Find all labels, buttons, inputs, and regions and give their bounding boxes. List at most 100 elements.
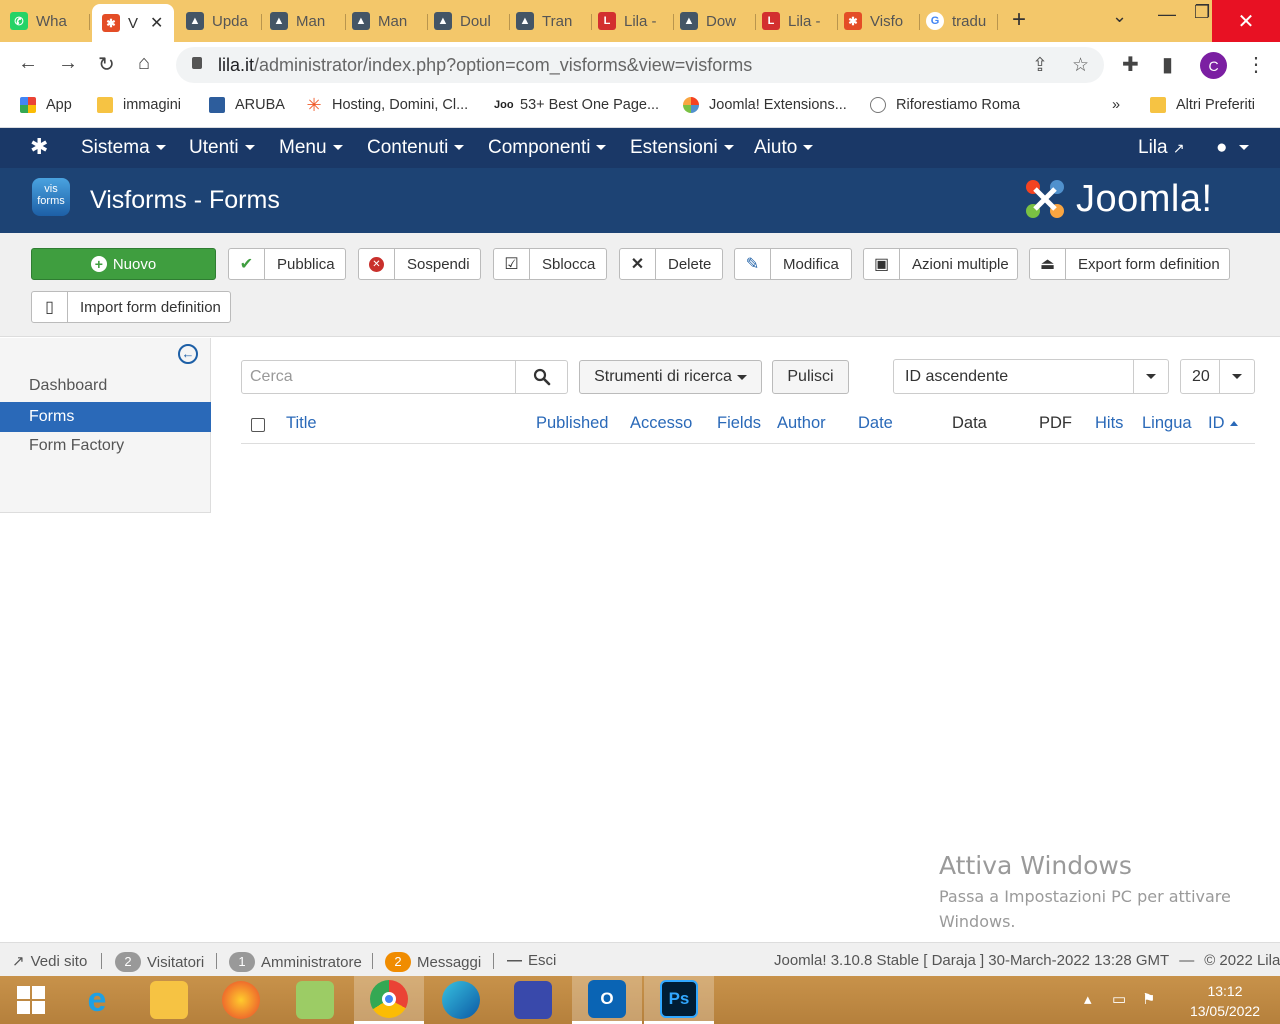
start-button[interactable]	[0, 976, 62, 1024]
forward-arrow-icon[interactable]: →	[58, 52, 78, 75]
edit-button[interactable]: ✎ Modifica	[734, 248, 852, 280]
user-menu[interactable]: ●	[1216, 137, 1250, 159]
visitors-indicator[interactable]: 2 Visitatori	[115, 952, 204, 972]
bookmark-aruba[interactable]: ARUBA	[209, 97, 285, 113]
bookmark-apps[interactable]: App	[20, 97, 72, 113]
close-tab-icon[interactable]: ✕	[150, 13, 163, 33]
browser-tab[interactable]: ▲ Upda	[186, 6, 262, 36]
kebab-menu-icon[interactable]: ⋮	[1246, 52, 1266, 77]
column-author[interactable]: Author	[777, 414, 826, 433]
forms-table-header: Title Published Accesso Fields Author Da…	[241, 406, 1255, 444]
menu-estensioni[interactable]: Estensioni	[630, 137, 734, 159]
search-button[interactable]	[515, 360, 568, 394]
unpublish-button[interactable]: ✕ Sospendi	[358, 248, 481, 280]
column-fields[interactable]: Fields	[717, 414, 761, 433]
side-panel-icon[interactable]: ▮	[1162, 52, 1173, 77]
menu-menu[interactable]: Menu	[279, 137, 343, 159]
taskbar-chrome[interactable]	[354, 976, 424, 1024]
select-all-checkbox[interactable]	[251, 418, 265, 432]
bookmark-star-icon[interactable]: ☆	[1072, 54, 1089, 77]
column-date[interactable]: Date	[858, 414, 893, 433]
column-hits[interactable]: Hits	[1095, 414, 1123, 433]
search-input[interactable]	[242, 361, 515, 393]
home-icon[interactable]: ⌂	[138, 52, 150, 75]
batch-button[interactable]: ▣ Azioni multiple	[863, 248, 1018, 280]
extensions-puzzle-icon[interactable]: ✚	[1122, 52, 1139, 77]
reload-icon[interactable]: ↻	[98, 52, 115, 77]
browser-tab[interactable]: ▲ Dow	[680, 6, 756, 36]
taskbar-file-explorer[interactable]	[134, 976, 204, 1024]
bookmark-riforestiamo[interactable]: Riforestiamo Roma	[870, 97, 1020, 113]
limit-select[interactable]: 20	[1180, 359, 1255, 394]
ordering-select[interactable]: ID ascendente	[893, 359, 1169, 394]
browser-tab-active[interactable]: ✱ V ✕	[92, 4, 174, 42]
menu-utenti[interactable]: Utenti	[189, 137, 255, 159]
browser-tab[interactable]: ▲ Man	[352, 6, 428, 36]
browser-tab[interactable]: L Lila -	[762, 6, 838, 36]
url-text[interactable]: lila.it/administrator/index.php?option=c…	[218, 55, 752, 76]
menu-contenuti[interactable]: Contenuti	[367, 137, 465, 159]
taskbar-internet-explorer[interactable]: e	[62, 976, 132, 1024]
window-close-icon[interactable]: ✕	[1212, 0, 1280, 42]
tray-chevron-icon[interactable]: ▴	[1084, 990, 1092, 1008]
new-tab-plus-icon[interactable]: +	[1012, 6, 1026, 34]
bookmark-immagini[interactable]: immagini	[97, 97, 181, 113]
column-title[interactable]: Title	[286, 414, 317, 433]
taskbar-notepad[interactable]	[280, 976, 350, 1024]
checkin-button[interactable]: ☑ Sblocca	[493, 248, 607, 280]
notification-flag-icon[interactable]: ⚑	[1142, 990, 1155, 1008]
column-access[interactable]: Accesso	[630, 414, 692, 433]
menu-aiuto[interactable]: Aiuto	[754, 137, 814, 159]
lock-icon[interactable]	[192, 57, 202, 69]
address-bar[interactable]: lila.it/administrator/index.php?option=c…	[176, 47, 1104, 83]
profile-avatar[interactable]: C	[1200, 52, 1227, 79]
column-id[interactable]: ID	[1208, 414, 1238, 433]
bookmark-other[interactable]: Altri Preferiti	[1150, 97, 1255, 113]
view-site-link[interactable]: ↗ Vedi sito	[12, 952, 87, 971]
restore-icon[interactable]: ❐	[1194, 2, 1210, 23]
taskbar-disk-utility[interactable]	[498, 976, 568, 1024]
new-button[interactable]: + Nuovo	[31, 248, 216, 280]
bookmark-joomla-extensions[interactable]: Joomla! Extensions...	[683, 97, 847, 113]
clear-button[interactable]: Pulisci	[772, 360, 849, 394]
site-link[interactable]: Lila ↗	[1138, 137, 1185, 159]
column-published[interactable]: Published	[536, 414, 608, 433]
browser-tab[interactable]: L Lila -	[598, 6, 674, 36]
tab-label: Lila -	[624, 12, 657, 30]
tab-search-chevron-icon[interactable]: ⌄	[1112, 6, 1127, 27]
taskbar-edge[interactable]	[426, 976, 496, 1024]
admins-indicator[interactable]: 1 Amministratore	[229, 952, 362, 972]
collapse-sidebar-arrow-icon[interactable]: ←	[178, 344, 198, 364]
delete-button[interactable]: ✕ Delete	[619, 248, 723, 280]
export-form-definition-button[interactable]: ⏏ Export form definition	[1029, 248, 1230, 280]
taskbar-photoshop[interactable]: Ps	[644, 976, 714, 1024]
menu-sistema[interactable]: Sistema	[81, 137, 166, 159]
taskbar-outlook[interactable]: O	[572, 976, 642, 1024]
bookmark-onepage[interactable]: Joo 53+ Best One Page...	[494, 97, 659, 113]
search-tools-button[interactable]: Strumenti di ricerca	[579, 360, 762, 394]
network-icon[interactable]: ▭	[1112, 990, 1126, 1008]
browser-tab[interactable]: ▲ Doul	[434, 6, 510, 36]
bookmark-hosting[interactable]: ✳ Hosting, Domini, Cl...	[306, 96, 468, 114]
browser-tab[interactable]: ▲ Tran	[516, 6, 592, 36]
joomla-logo-icon[interactable]: ✱	[30, 134, 48, 160]
back-arrow-icon[interactable]: ←	[18, 52, 38, 75]
menu-componenti[interactable]: Componenti	[488, 137, 607, 159]
more-bookmarks-chevron[interactable]: »	[1112, 97, 1120, 113]
publish-button[interactable]: ✔ Pubblica	[228, 248, 346, 280]
messages-indicator[interactable]: 2 Messaggi	[385, 952, 481, 972]
taskbar-firefox[interactable]	[206, 976, 276, 1024]
browser-tab[interactable]: ▲ Man	[270, 6, 346, 36]
import-form-definition-button[interactable]: ▯ Import form definition	[31, 291, 231, 323]
logout-link[interactable]: — Esci	[507, 952, 556, 969]
browser-tab[interactable]: G tradu	[926, 6, 998, 36]
sidebar-item-forms[interactable]: Forms	[0, 402, 211, 432]
browser-tab[interactable]: ✆ Wha	[10, 6, 90, 36]
share-icon[interactable]: ⇪	[1032, 54, 1048, 77]
minimize-icon[interactable]: —	[1158, 4, 1176, 25]
sidebar-item-form-factory[interactable]: Form Factory	[0, 431, 211, 461]
browser-tab[interactable]: ✱ Visfo	[844, 6, 920, 36]
column-language[interactable]: Lingua	[1142, 414, 1192, 433]
system-clock[interactable]: 13:12 13/05/2022	[1180, 981, 1270, 1021]
sidebar-item-dashboard[interactable]: Dashboard	[0, 371, 211, 401]
